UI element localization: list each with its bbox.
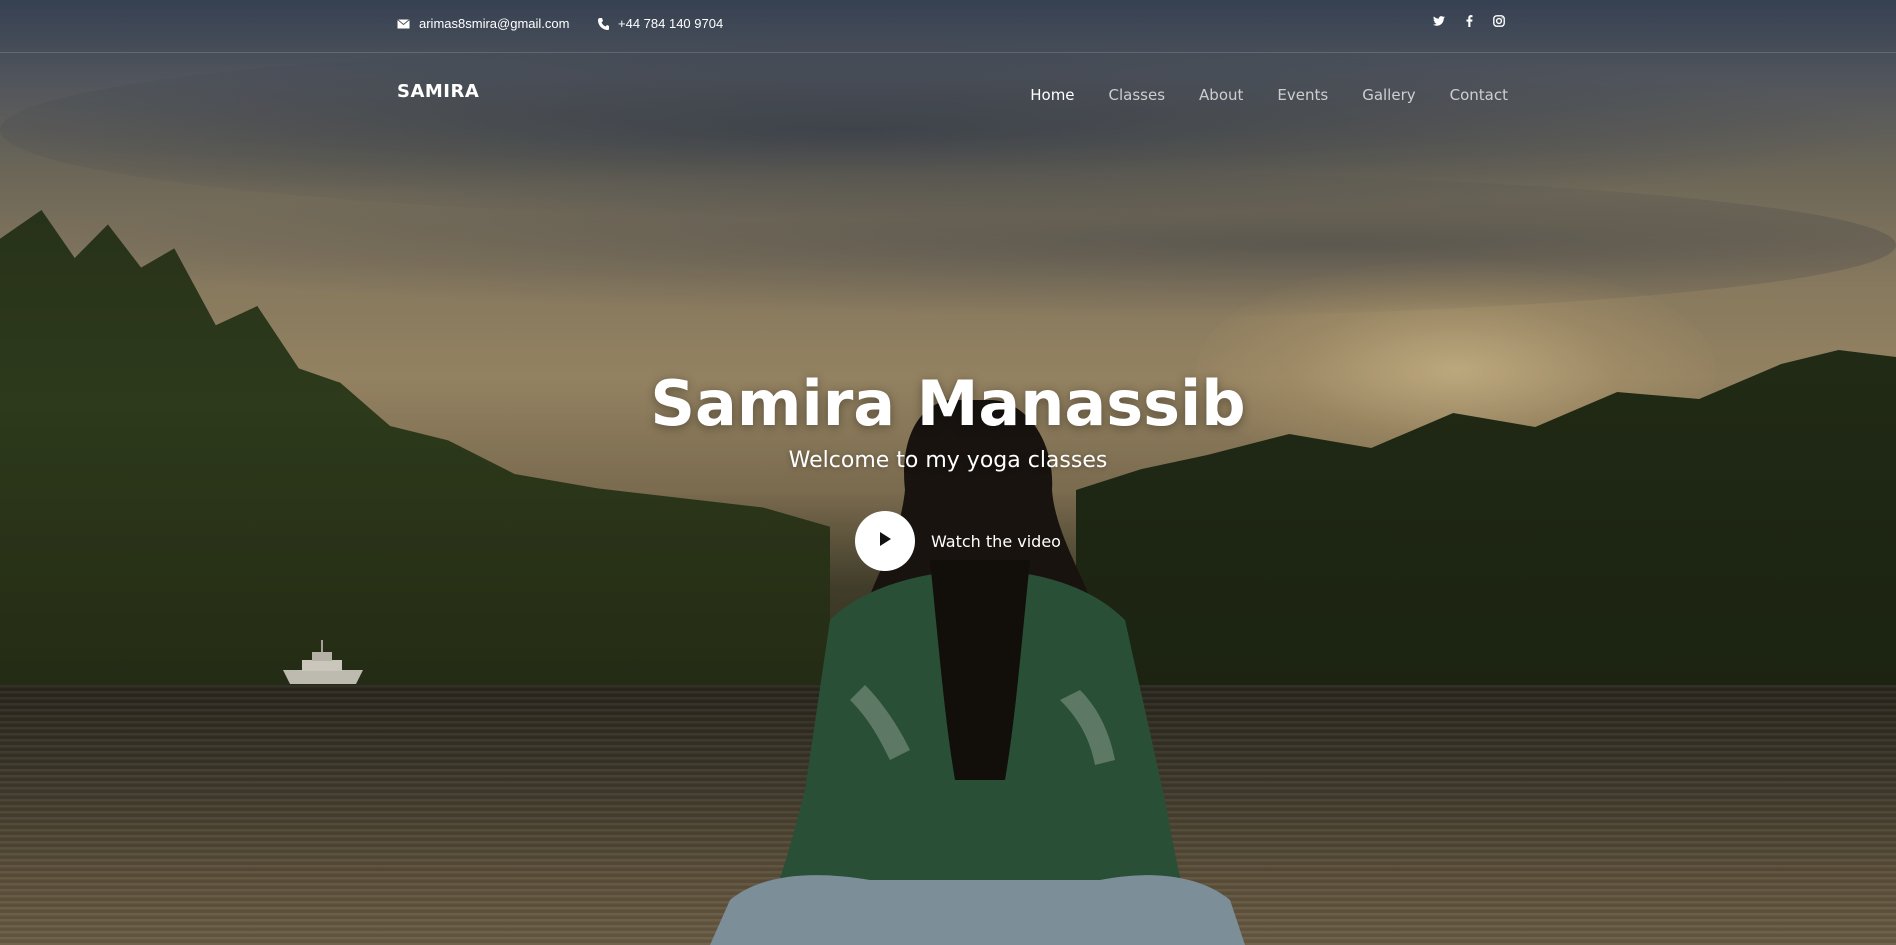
- social-links: [1432, 14, 1506, 28]
- nav-item-contact[interactable]: Contact: [1450, 86, 1508, 104]
- play-icon: [878, 531, 892, 551]
- site-logo[interactable]: SAMIRA: [397, 81, 479, 102]
- top-bar: arimas8smira@gmail.com +44 784 140 9704: [0, 0, 1896, 53]
- nav-item-classes[interactable]: Classes: [1109, 86, 1166, 104]
- instagram-icon[interactable]: [1492, 14, 1506, 28]
- nav-item-events[interactable]: Events: [1277, 86, 1328, 104]
- email-text[interactable]: arimas8smira@gmail.com: [419, 16, 569, 31]
- hero-content: Samira Manassib Welcome to my yoga class…: [0, 362, 1896, 476]
- phone-contact[interactable]: +44 784 140 9704: [598, 16, 723, 31]
- email-contact[interactable]: arimas8smira@gmail.com: [397, 16, 569, 31]
- facebook-icon[interactable]: [1462, 14, 1476, 28]
- watch-video-link[interactable]: Watch the video: [855, 511, 1061, 571]
- play-button[interactable]: [855, 511, 915, 571]
- hero-section: arimas8smira@gmail.com +44 784 140 9704 …: [0, 0, 1896, 945]
- watch-video-label[interactable]: Watch the video: [931, 532, 1061, 551]
- envelope-icon: [397, 18, 410, 29]
- main-nav: Home Classes About Events Gallery Contac…: [1030, 86, 1508, 104]
- hero-subtitle: Welcome to my yoga classes: [788, 448, 1108, 473]
- twitter-icon[interactable]: [1432, 14, 1446, 28]
- phone-icon: [598, 17, 609, 30]
- nav-item-home[interactable]: Home: [1030, 86, 1074, 104]
- nav-item-about[interactable]: About: [1199, 86, 1243, 104]
- phone-text[interactable]: +44 784 140 9704: [618, 16, 723, 31]
- hero-title: Samira Manassib: [650, 367, 1246, 440]
- nav-item-gallery[interactable]: Gallery: [1362, 86, 1415, 104]
